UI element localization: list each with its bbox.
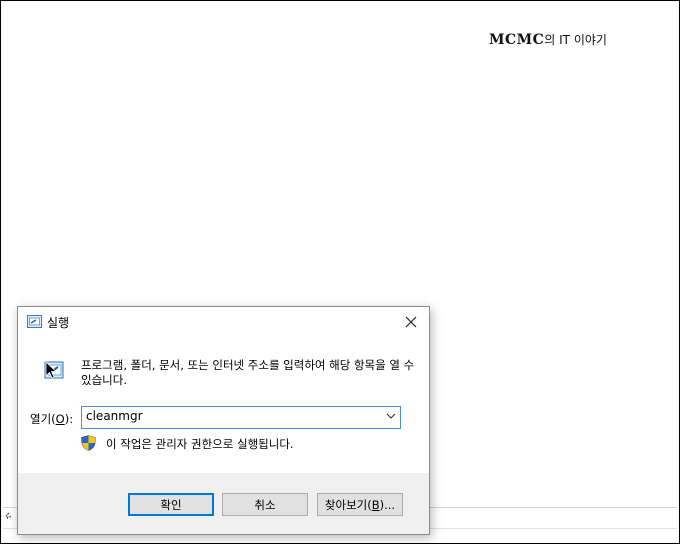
command-combobox[interactable]: cleanmgr xyxy=(81,406,401,429)
admin-note: 이 작업은 관리자 권한으로 실행됩니다. xyxy=(106,437,294,451)
open-label-suffix: ): xyxy=(64,412,74,426)
watermark-brand: MCMC xyxy=(489,32,545,48)
mouse-cursor-icon xyxy=(45,361,57,379)
open-label: 열기(O): xyxy=(30,411,73,427)
cancel-button[interactable]: 취소 xyxy=(222,493,308,516)
close-icon xyxy=(405,316,417,328)
chevron-down-icon[interactable] xyxy=(386,409,396,423)
ok-button[interactable]: 확인 xyxy=(128,493,214,516)
dialog-description: 프로그램, 폴더, 문서, 또는 인터넷 주소를 입력하여 해당 항목을 열 수… xyxy=(81,358,415,387)
browse-button[interactable]: 찾아보기(B)... xyxy=(317,493,403,516)
open-label-prefix: 열기( xyxy=(30,412,56,426)
browse-label-prefix: 찾아보기( xyxy=(324,497,372,512)
run-dialog: 실행 프로그램, 폴더, 문서, 또는 인터넷 주소를 입력하여 해당 항목을 … xyxy=(17,306,430,535)
close-button[interactable] xyxy=(393,307,429,337)
background-fragment: ሩ xyxy=(5,509,12,522)
dialog-title: 실행 xyxy=(47,316,70,330)
command-input[interactable]: cleanmgr xyxy=(86,409,143,423)
watermark-rest: 의 IT 이야기 xyxy=(544,33,607,47)
browse-label-accelerator: B xyxy=(371,497,380,512)
title-bar[interactable]: 실행 xyxy=(18,307,429,337)
open-label-accelerator: O xyxy=(55,412,65,426)
run-app-icon xyxy=(27,315,42,328)
browse-label-suffix: )... xyxy=(379,497,396,512)
uac-shield-icon xyxy=(81,435,96,451)
watermark: MCMC의 IT 이야기 xyxy=(489,31,607,48)
